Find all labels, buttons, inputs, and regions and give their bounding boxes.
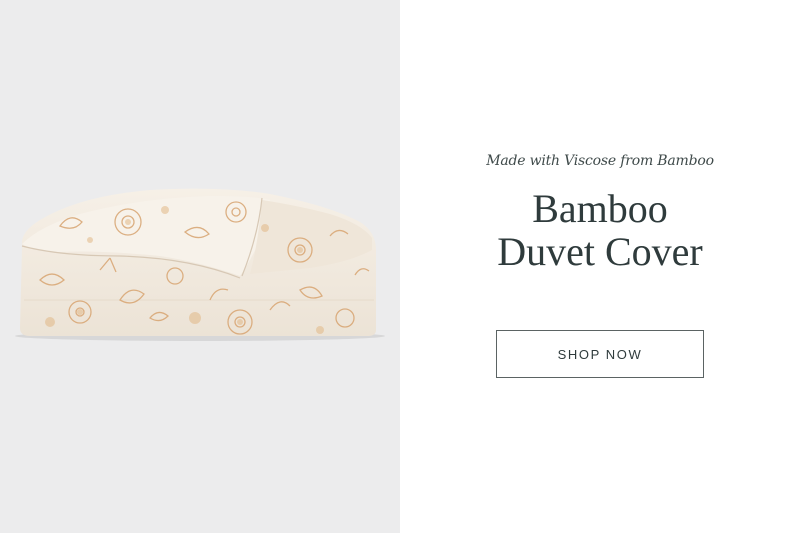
promo-title-line1: Bamboo: [532, 186, 668, 231]
promo-content: Made with Viscose from Bamboo Bamboo Duv…: [400, 0, 800, 533]
duvet-cover-image[interactable]: [0, 0, 400, 533]
product-image-panel[interactable]: [0, 0, 400, 533]
promo-title-line2: Duvet Cover: [497, 229, 703, 274]
promo-title: Bamboo Duvet Cover: [400, 187, 800, 273]
shop-now-button[interactable]: SHOP NOW: [496, 330, 704, 378]
promo-eyebrow: Made with Viscose from Bamboo: [486, 153, 714, 169]
promo-banner: Made with Viscose from Bamboo Bamboo Duv…: [0, 0, 800, 533]
